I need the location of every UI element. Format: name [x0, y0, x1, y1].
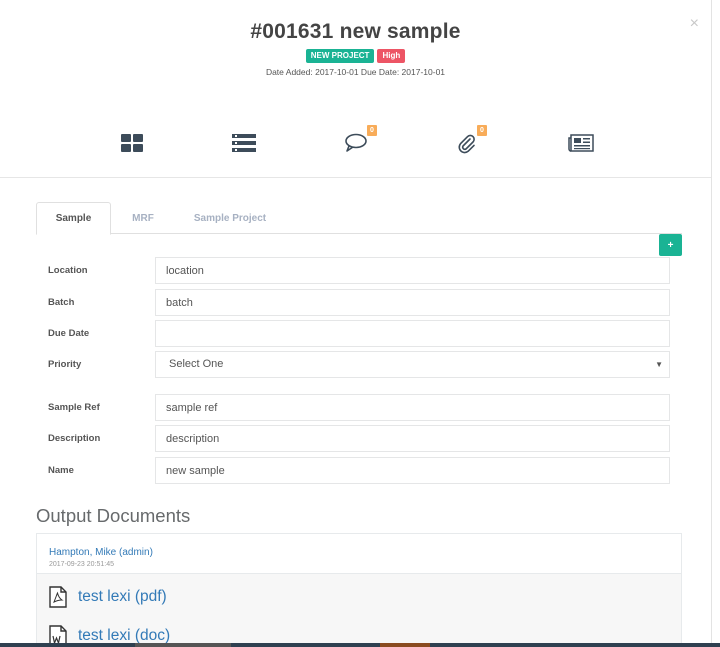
location-label: Location — [48, 265, 88, 276]
output-documents-panel: Hampton, Mike (admin) 2017-09-23 20:51:4… — [36, 533, 682, 647]
icon-toolbar: 0 0 — [0, 125, 711, 160]
output-documents-heading: Output Documents — [36, 505, 191, 526]
batch-row: Batch — [48, 289, 670, 316]
add-button[interactable]: + — [659, 234, 682, 256]
description-input[interactable] — [155, 425, 670, 452]
tab-sample-project[interactable]: Sample Project — [182, 202, 278, 234]
priority-row: Priority Select One ▼ — [48, 351, 670, 378]
tab-bar: Sample MRF Sample Project — [36, 202, 682, 235]
tab-sample[interactable]: Sample — [36, 202, 111, 235]
name-input[interactable] — [155, 457, 670, 484]
document-header: Hampton, Mike (admin) 2017-09-23 20:51:4… — [37, 534, 681, 574]
document-user-link[interactable]: Hampton, Mike (admin) — [49, 547, 681, 558]
priority-select[interactable]: Select One ▼ — [155, 351, 670, 378]
sample-modal: × #001631 new sample NEW PROJECT High Da… — [0, 0, 712, 647]
tab-mrf[interactable]: MRF — [116, 202, 170, 234]
priority-badge: High — [377, 49, 406, 63]
attachment-icon[interactable]: 0 — [453, 125, 487, 156]
list-item[interactable]: test lexi (pdf) — [49, 585, 167, 609]
priority-select-value: Select One — [169, 358, 224, 370]
taskbar-segment — [135, 643, 231, 647]
taskbar-strip — [0, 643, 720, 647]
description-row: Description — [48, 425, 670, 452]
document-link[interactable]: test lexi (pdf) — [78, 588, 167, 606]
priority-label: Priority — [48, 359, 82, 370]
sample-ref-label: Sample Ref — [48, 402, 100, 413]
location-row: Location — [48, 257, 670, 284]
modal-header: #001631 new sample NEW PROJECT High Date… — [0, 0, 711, 178]
batch-input[interactable] — [155, 289, 670, 316]
list-rows-icon[interactable] — [231, 130, 257, 156]
sample-ref-input[interactable] — [155, 394, 670, 421]
name-label: Name — [48, 465, 74, 476]
badge-group: NEW PROJECT High — [0, 49, 711, 63]
sample-ref-row: Sample Ref — [48, 394, 670, 421]
name-row: Name — [48, 457, 670, 484]
comment-icon[interactable]: 0 — [343, 125, 377, 156]
dashboard-grid-icon[interactable] — [119, 130, 145, 156]
document-timestamp: 2017-09-23 20:51:45 — [49, 561, 114, 568]
description-label: Description — [48, 433, 101, 444]
attachment-count-badge: 0 — [477, 125, 487, 136]
batch-label: Batch — [48, 297, 75, 308]
comment-count-badge: 0 — [367, 125, 377, 136]
newspaper-icon[interactable] — [568, 130, 594, 156]
page-title: #001631 new sample — [250, 20, 461, 43]
dates-text: Date Added: 2017-10-01 Due Date: 2017-10… — [265, 67, 446, 77]
pdf-file-icon — [49, 586, 67, 608]
location-input[interactable] — [155, 257, 670, 284]
due-date-input[interactable] — [155, 320, 670, 347]
taskbar-segment — [380, 643, 430, 647]
due-date-label: Due Date — [48, 328, 90, 339]
chevron-down-icon: ▼ — [655, 360, 663, 369]
due-date-row: Due Date — [48, 320, 670, 347]
status-badge: NEW PROJECT — [305, 49, 375, 63]
